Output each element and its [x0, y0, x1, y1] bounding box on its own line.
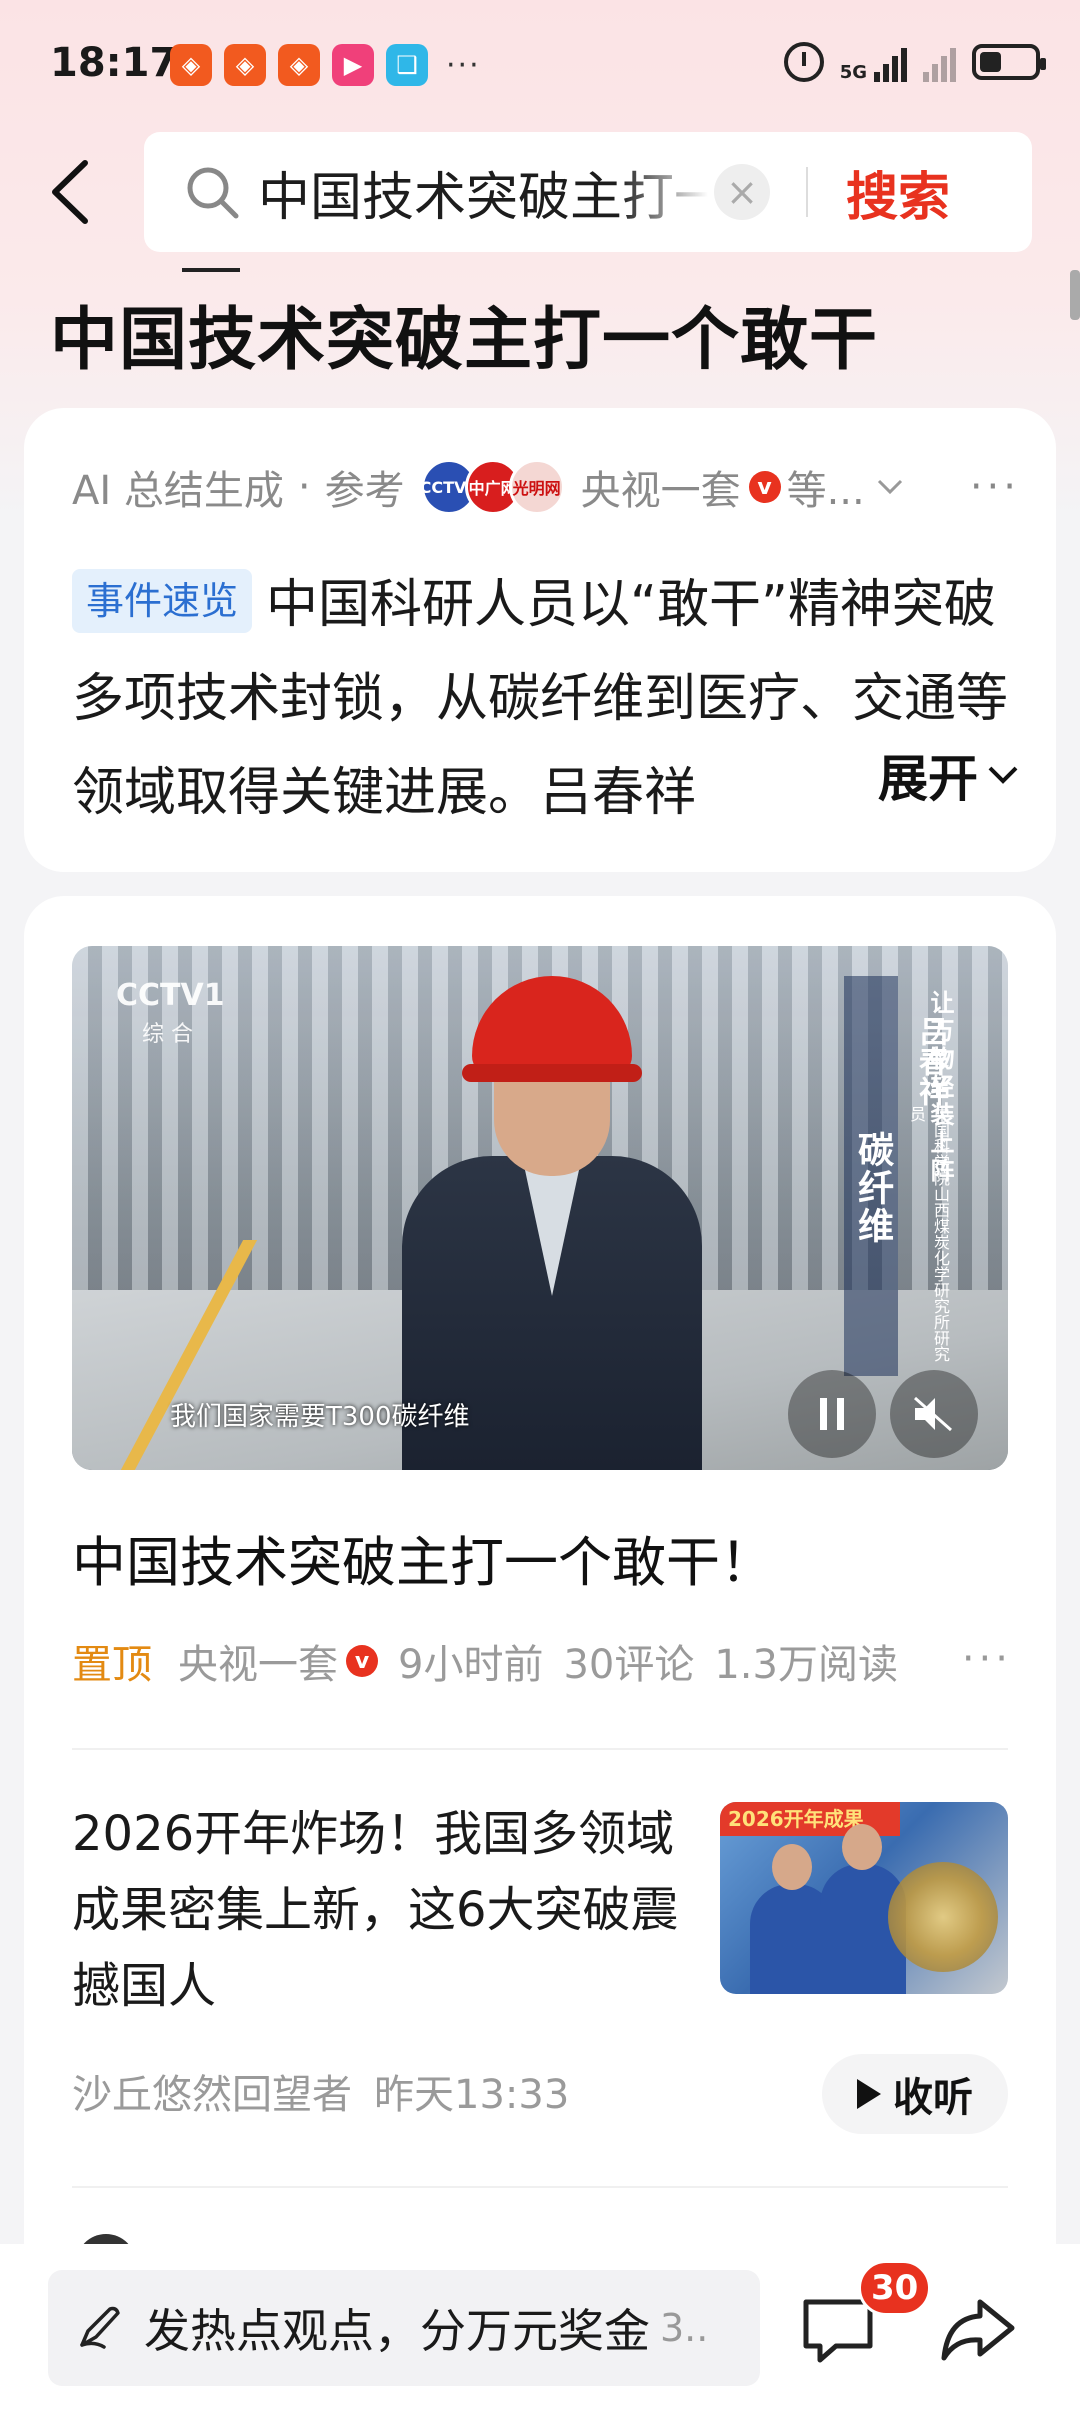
pause-button[interactable]	[788, 1370, 876, 1458]
video-subtitle: 我们国家需要T300碳纤维	[170, 1402, 470, 1432]
list-divider	[72, 2186, 1008, 2188]
list-divider	[72, 1748, 1008, 1750]
status-bar: 18:17 ◈ ◈ ◈ ▶ ❑ ··· 5G	[0, 0, 1080, 130]
article2-time: 昨天13:33	[374, 2072, 570, 2118]
event-overview-tag: 事件速览	[72, 569, 253, 633]
article-comments: 30评论	[563, 1642, 695, 1688]
ai-summary-meta: AI 总结生成 · 参考 CCTV1 中广网 光明网 央视一套 v 等...	[72, 458, 905, 516]
article-menu-button[interactable]: ···	[962, 1636, 1012, 1682]
video-person	[402, 966, 702, 1470]
share-icon[interactable]	[936, 2288, 1020, 2372]
speaker-muted-icon	[914, 1396, 952, 1432]
listen-button[interactable]: 收听	[822, 2054, 1008, 2134]
video-title-panel: 碳纤维 让万物轻装上阵 吕春祥 中国科学院山西煤炭化学研究所研究员	[844, 976, 964, 1376]
reader-app-icon: ❑	[386, 44, 428, 86]
verified-icon: v	[748, 471, 781, 503]
back-button[interactable]	[40, 152, 100, 232]
expand-fade: 展开	[690, 730, 1020, 820]
pinned-tag: 置顶	[72, 1642, 152, 1688]
article2-author[interactable]: 沙丘悠然回望者	[72, 2062, 352, 2120]
article-meta: 置顶 央视一套 v 9小时前 30评论 1.3万阅读 ···	[72, 1632, 1012, 1690]
article-reads: 1.3万阅读	[714, 1642, 898, 1688]
cctv1-watermark: CCTV1	[116, 978, 225, 1013]
play-icon	[857, 2079, 881, 2109]
verified-icon: v	[346, 1645, 378, 1677]
chevron-down-icon[interactable]	[875, 477, 905, 497]
kuaishou-icon: ◈	[278, 44, 320, 86]
video-vertical-title: 碳纤维	[844, 976, 898, 1376]
source-logos[interactable]: CCTV1 中广网 光明网	[420, 459, 565, 515]
person-name: 吕春祥	[913, 1016, 948, 1106]
alarm-icon	[783, 42, 824, 82]
system-indicators: 5G	[783, 42, 1046, 82]
battery-level	[980, 52, 1001, 72]
pause-icon	[820, 1398, 844, 1430]
search-input[interactable]: 中国技术突破主打一个敢干	[258, 155, 708, 230]
expand-label: 展开	[878, 750, 978, 808]
signal-strength-secondary-icon	[923, 42, 956, 82]
article2-thumbnail[interactable]: 2026开年成果	[720, 1802, 1008, 1994]
video-player[interactable]: CCTV1 综 合 我们国家需要T300碳纤维 碳纤维 让万物轻装上阵 吕春祥 …	[72, 946, 1008, 1470]
article-time: 9小时前	[398, 1642, 544, 1688]
chevron-down-icon	[988, 766, 1018, 784]
results-list-card: CCTV1 综 合 我们国家需要T300碳纤维 碳纤维 让万物轻装上阵 吕春祥 …	[24, 896, 1056, 2412]
ai-card-menu-button[interactable]: ···	[970, 464, 1020, 510]
more-notifications-icon: ···	[446, 47, 481, 83]
notification-icons: ◈ ◈ ◈ ▶ ❑ ···	[170, 44, 481, 86]
bottom-action-bar: 发热点观点，分万元奖金 3.. 30	[0, 2244, 1080, 2412]
person-title: 中国科学院山西煤炭化学研究所研究员	[907, 1106, 950, 1362]
mute-button[interactable]	[890, 1370, 978, 1458]
expand-button[interactable]: 展开	[878, 739, 1020, 811]
article2-meta: 沙丘悠然回望者 昨天13:33	[72, 2062, 569, 2120]
thumbnail-machine	[888, 1862, 998, 1972]
article-title[interactable]: 中国技术突破主打一个敢干！	[72, 1518, 774, 1597]
cctv1-sub: 综 合	[142, 1022, 193, 1047]
search-divider	[806, 167, 808, 217]
search-bar[interactable]: 中国技术突破主打一个敢干 × 搜索	[144, 132, 1032, 252]
comment-count-badge: 30	[858, 2260, 932, 2316]
sources-more[interactable]: 等...	[787, 458, 865, 516]
search-button[interactable]: 搜索	[846, 155, 950, 230]
search-results-page: 18:17 ◈ ◈ ◈ ▶ ❑ ··· 5G 中国技术突破主打一 × 搜索 中国…	[0, 0, 1080, 2412]
hard-hat	[462, 976, 642, 1082]
clear-search-button[interactable]: ×	[714, 164, 770, 220]
kuaishou-icon: ◈	[224, 44, 266, 86]
source-name[interactable]: 央视一套	[581, 458, 741, 516]
status-time: 18:17	[50, 40, 178, 86]
video-app-icon: ▶	[332, 44, 374, 86]
page-title: 中国技术突破主打一个敢干	[50, 301, 879, 380]
search-icon	[187, 167, 239, 219]
signal-strength-icon: 5G	[840, 42, 907, 82]
comment-input[interactable]: 发热点观点，分万元奖金 3..	[48, 2270, 760, 2386]
title-accent-line	[182, 268, 240, 272]
gmw-logo: 光明网	[508, 459, 565, 515]
back-arrow-icon	[52, 160, 88, 224]
network-type-label: 5G	[839, 62, 867, 83]
reference-label: 参考	[324, 468, 405, 514]
battery-icon	[972, 44, 1046, 80]
scrollbar[interactable]	[1070, 270, 1080, 320]
ai-summary-card: AI 总结生成 · 参考 CCTV1 中广网 光明网 央视一套 v 等... ·…	[24, 408, 1056, 872]
comment-placeholder-more: 3..	[660, 2306, 709, 2350]
pen-icon	[80, 2306, 120, 2349]
comment-placeholder: 发热点观点，分万元奖金	[144, 2304, 650, 2358]
article-author[interactable]: 央视一套	[178, 1632, 338, 1690]
listen-label: 收听	[893, 2075, 973, 2121]
ai-source-label: AI 总结生成	[72, 468, 284, 514]
meta-dot: ·	[297, 464, 311, 510]
article2-title[interactable]: 2026开年炸场！我国多领域成果密集上新，这6大突破震撼国人	[72, 1796, 712, 2024]
kuaishou-icon: ◈	[170, 44, 212, 86]
